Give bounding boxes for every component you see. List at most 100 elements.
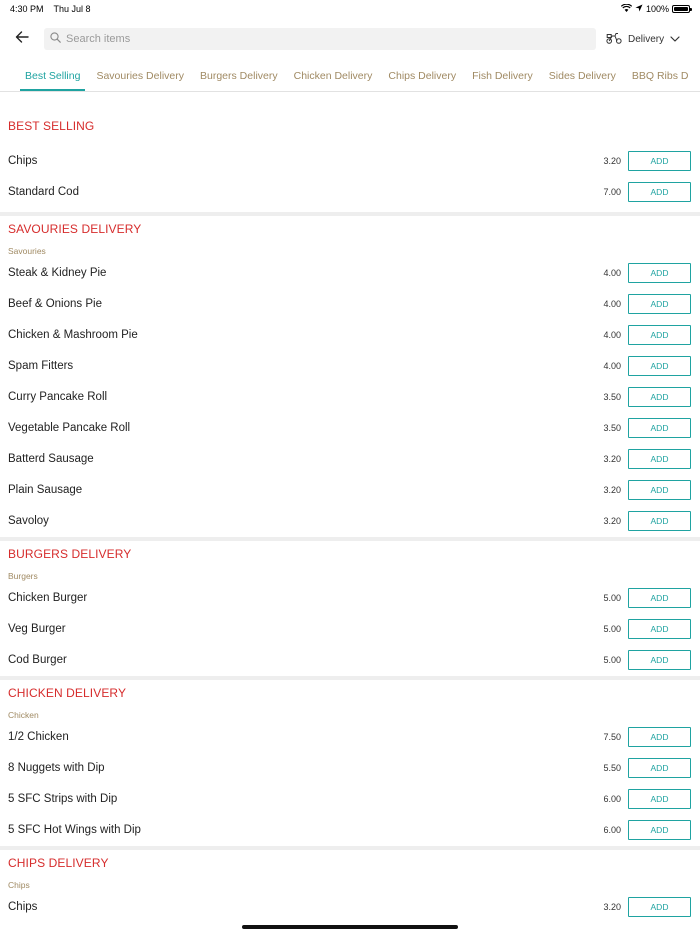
search-icon [50,30,61,48]
item-price: 3.20 [603,515,621,526]
tab-burgers-delivery[interactable]: Burgers Delivery [195,60,283,91]
add-button[interactable]: ADD [628,386,691,407]
item-name: Curry Pancake Roll [8,390,108,403]
item-price: 3.50 [603,391,621,402]
subcategory-label: Chips [8,880,30,890]
menu-item: Spam Fitters 4.00 ADD [0,350,700,381]
item-price: 3.20 [603,453,621,464]
item-price: 6.00 [603,824,621,835]
subcategory-label: Chicken [8,710,39,720]
add-button[interactable]: ADD [628,150,691,171]
item-name: Vegetable Pancake Roll [8,421,131,434]
item-price: 4.00 [603,329,621,340]
section-title: CHIPS DELIVERY [8,856,109,870]
menu-item: Vegetable Pancake Roll 3.50 ADD [0,412,700,443]
item-name: 1/2 Chicken [8,730,69,743]
tab-bbq-ribs-delivery[interactable]: BBQ Ribs D [627,60,694,91]
add-button[interactable]: ADD [628,293,691,314]
menu-item: 1/2 Chicken 7.50 ADD [0,721,700,752]
chevron-down-icon [670,34,680,45]
add-button[interactable]: ADD [628,510,691,531]
menu-item: 5 SFC Hot Wings with Dip 6.00 ADD [0,814,700,845]
item-price: 5.00 [603,623,621,634]
item-price: 3.20 [603,484,621,495]
battery-fill [674,7,688,11]
item-name: 5 SFC Strips with Dip [8,792,118,805]
add-button[interactable]: ADD [628,819,691,840]
add-button[interactable]: ADD [628,448,691,469]
item-name: Chicken Burger [8,591,88,604]
subcategory-label: Burgers [8,571,38,581]
add-button[interactable]: ADD [628,417,691,438]
item-name: Veg Burger [8,622,66,635]
battery-percent: 100% [645,4,669,14]
add-button[interactable]: ADD [628,479,691,500]
item-name: Steak & Kidney Pie [8,266,107,279]
tab-savouries-delivery[interactable]: Savouries Delivery [91,60,189,91]
menu-item: Chips 3.20 ADD [0,891,700,922]
menu-item: Cod Burger 5.00 ADD [0,644,700,675]
status-right: 100% [620,3,692,14]
section-title: SAVOURIES DELIVERY [8,222,142,236]
menu-item: Chicken & Mashroom Pie 4.00 ADD [0,319,700,350]
item-name: 5 SFC Hot Wings with Dip [8,823,141,836]
back-button[interactable] [8,25,36,53]
add-button[interactable]: ADD [628,355,691,376]
item-name: Standard Cod [8,185,79,198]
section-burgers-delivery: BURGERS DELIVERY Burgers Chicken Burger 5… [0,541,700,680]
add-button[interactable]: ADD [628,788,691,809]
item-price: 4.00 [603,267,621,278]
search-box[interactable] [44,28,596,50]
section-title: CHICKEN DELIVERY [8,686,127,700]
add-button[interactable]: ADD [628,618,691,639]
add-button[interactable]: ADD [628,262,691,283]
tab-sides-delivery[interactable]: Sides Delivery [544,60,621,91]
tab-chips-delivery[interactable]: Chips Delivery [383,60,461,91]
wifi-icon [620,3,633,14]
item-price: 5.50 [603,762,621,773]
back-arrow-icon [15,30,29,48]
section-chicken-delivery: CHICKEN DELIVERY Chicken 1/2 Chicken 7.50… [0,680,700,850]
menu-item: 5 SFC Strips with Dip 6.00 ADD [0,783,700,814]
add-button[interactable]: ADD [628,324,691,345]
location-arrow-icon [635,4,643,14]
item-price: 4.00 [603,298,621,309]
item-price: 5.00 [603,592,621,603]
tab-chicken-delivery[interactable]: Chicken Delivery [289,60,378,91]
add-button[interactable]: ADD [628,181,691,202]
menu-item: Plain Sausage 3.20 ADD [0,474,700,505]
add-button[interactable]: ADD [628,726,691,747]
status-date: Thu Jul 8 [53,4,91,14]
item-name: Chips [8,900,38,913]
status-time: 4:30 PM [10,4,44,14]
search-input[interactable] [66,33,590,45]
item-price: 3.50 [603,422,621,433]
menu-list: BEST SELLING Chips 3.20 ADD Standard Cod… [0,92,700,922]
item-name: Chips [8,154,38,167]
item-name: 8 Nuggets with Dip [8,761,105,774]
tab-best-selling[interactable]: Best Selling [20,60,86,91]
battery-icon [672,5,692,13]
item-name: Batterd Sausage [8,452,94,465]
item-price: 3.20 [603,901,621,912]
scooter-icon [606,32,622,47]
section-best-selling: BEST SELLING Chips 3.20 ADD Standard Cod… [0,92,700,216]
menu-item: Chips 3.20 ADD [0,145,700,176]
item-name: Savoloy [8,514,49,527]
tab-fish-delivery[interactable]: Fish Delivery [467,60,538,91]
menu-item: Batterd Sausage 3.20 ADD [0,443,700,474]
add-button[interactable]: ADD [628,757,691,778]
delivery-dropdown[interactable]: Delivery [606,32,680,47]
item-price: 6.00 [603,793,621,804]
item-price: 4.00 [603,360,621,371]
item-price: 7.00 [603,186,621,197]
item-name: Cod Burger [8,653,67,666]
item-price: 5.00 [603,654,621,665]
menu-item: 8 Nuggets with Dip 5.50 ADD [0,752,700,783]
add-button[interactable]: ADD [628,649,691,670]
add-button[interactable]: ADD [628,896,691,917]
home-indicator[interactable] [242,925,458,929]
item-name: Spam Fitters [8,359,74,372]
add-button[interactable]: ADD [628,587,691,608]
delivery-label: Delivery [628,33,665,45]
